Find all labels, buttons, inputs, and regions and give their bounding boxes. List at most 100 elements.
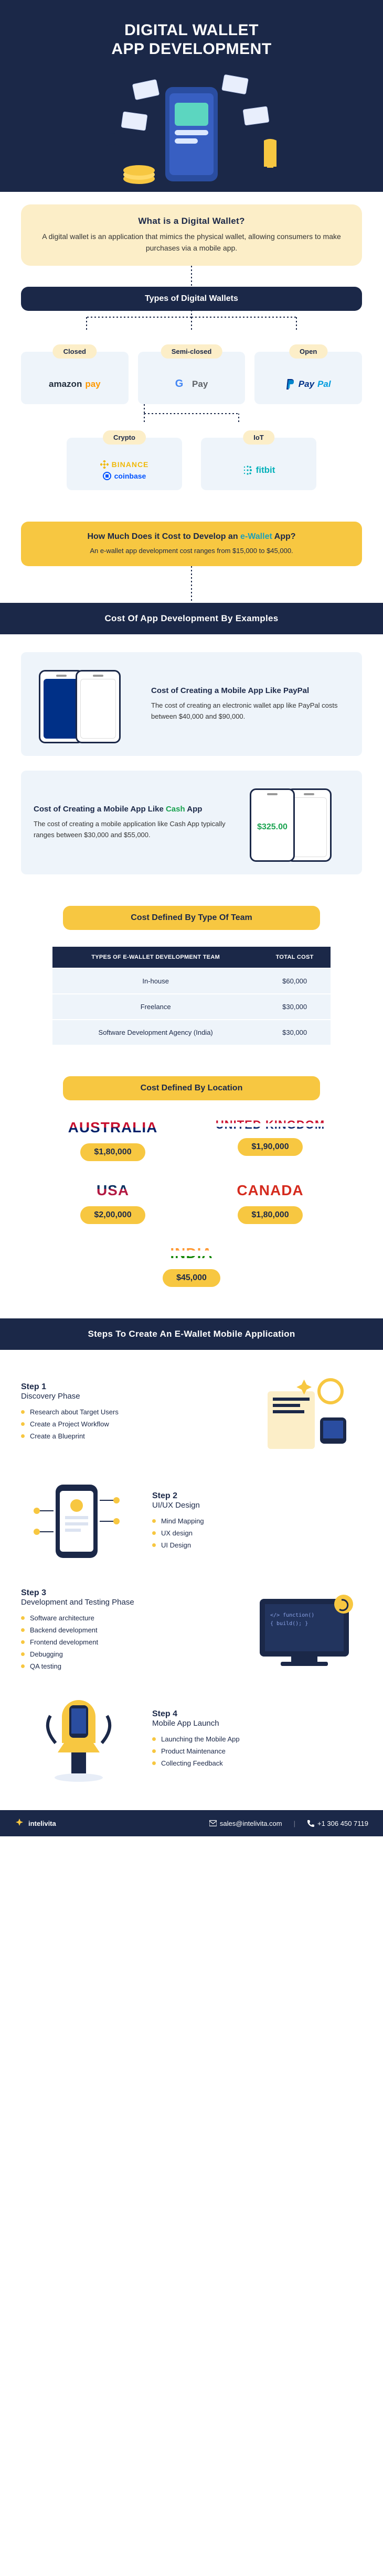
bullet: Product Maintenance: [152, 1745, 362, 1757]
example-paypal-card: Cost of Creating a Mobile App Like PayPa…: [21, 652, 362, 756]
bullet: Software architecture: [21, 1612, 231, 1624]
type-tag: Closed: [53, 344, 97, 359]
example-title: Cost of Creating a Mobile App Like Cash …: [34, 805, 232, 814]
hero-illustration: [16, 71, 367, 192]
type-tag: IoT: [243, 430, 274, 445]
brand-binance: BINANCE: [100, 460, 149, 469]
cell: Software Development Agency (India): [52, 1020, 259, 1045]
types-heading: Types of Digital Wallets: [21, 287, 362, 311]
phone-icon: [307, 1820, 314, 1827]
type-tag: Semi-closed: [161, 344, 222, 359]
step-title: Development and Testing Phase: [21, 1598, 231, 1607]
bullet: Backend development: [21, 1624, 231, 1636]
step-title: UI/UX Design: [152, 1501, 362, 1510]
svg-text:{ build(); }: { build(); }: [270, 1621, 308, 1627]
step-4: Step 4 Mobile App Launch Launching the M…: [21, 1695, 362, 1784]
connector-line: [0, 266, 383, 287]
bullet: UI Design: [152, 1539, 362, 1551]
example-cashapp-card: $325.00 Cost of Creating a Mobile App Li…: [21, 771, 362, 874]
brand-coinbase: coinbase: [103, 472, 146, 480]
wallet-type-semiclosed: Semi-closed G Pay: [138, 352, 246, 404]
th-cost: TOTAL COST: [259, 947, 331, 968]
country-price: $45,000: [163, 1269, 220, 1287]
step-kicker: Step 1: [21, 1382, 231, 1392]
location-usa: USA $2,00,000: [50, 1182, 176, 1224]
bullet: Debugging: [21, 1648, 231, 1660]
table-row: Freelance$30,000: [52, 994, 331, 1020]
text: How Much Does it Cost to Develop an: [87, 532, 240, 541]
country-name: UNITED KINGDOM: [216, 1119, 325, 1131]
wallet-type-closed: Closed amazonpay: [21, 352, 129, 404]
country-price: $1,80,000: [238, 1206, 302, 1224]
team-cost-table: TYPES OF E-WALLET DEVELOPMENT TEAM TOTAL…: [52, 947, 331, 1045]
wallet-type-iot: IoT fitbit: [201, 438, 316, 490]
step-kicker: Step 4: [152, 1709, 362, 1719]
highlight: Cash: [166, 805, 185, 814]
intro-body: A digital wallet is an application that …: [40, 231, 343, 254]
country-name: USA: [97, 1182, 129, 1199]
cost-question: How Much Does it Cost to Develop an e-Wa…: [37, 532, 346, 542]
country-name: INDIA: [170, 1245, 212, 1262]
step-bullets: Software architecture Backend developmen…: [21, 1612, 231, 1672]
bullet: Create a Project Workflow: [21, 1418, 231, 1430]
mail-icon: [209, 1820, 217, 1827]
step-title: Mobile App Launch: [152, 1719, 362, 1728]
type-tag: Open: [289, 344, 327, 359]
cell: $30,000: [259, 994, 331, 1020]
wallet-type-crypto: Crypto BINANCE coinbase: [67, 438, 182, 490]
example-body: The cost of creating a mobile applicatio…: [34, 819, 232, 841]
cell: $60,000: [259, 968, 331, 994]
country-name: AUSTRALIA: [68, 1119, 158, 1136]
intro-card: What is a Digital Wallet? A digital wall…: [21, 204, 362, 266]
email-text: sales@intelivita.com: [220, 1820, 282, 1827]
cell: Freelance: [52, 994, 259, 1020]
step2-illustration: [21, 1477, 136, 1566]
example-body: The cost of creating an electronic walle…: [151, 700, 349, 722]
step-kicker: Step 3: [21, 1588, 231, 1598]
cost-answer: An e-wallet app development cost ranges …: [37, 546, 346, 556]
step-bullets: Mind Mapping UX design UI Design: [152, 1515, 362, 1551]
step4-illustration: [21, 1695, 136, 1784]
text: App: [185, 805, 203, 814]
brand-name: intelivita: [28, 1820, 56, 1827]
steps-heading: Steps To Create An E-Wallet Mobile Appli…: [0, 1318, 383, 1350]
step-3: Step 3 Development and Testing Phase Sof…: [21, 1586, 362, 1675]
cell: In-house: [52, 968, 259, 994]
location-grid: AUSTRALIA $1,80,000 UNITED KINGDOM $1,90…: [21, 1119, 362, 1287]
footer-email[interactable]: sales@intelivita.com: [209, 1820, 282, 1827]
brand-gpay: G Pay: [175, 378, 208, 390]
brand-amazonpay: amazonpay: [49, 379, 101, 389]
bullet: Create a Blueprint: [21, 1430, 231, 1442]
location-heading: Cost Defined By Location: [63, 1076, 320, 1100]
phone-text: +1 306 450 7119: [317, 1820, 368, 1827]
text: App?: [272, 532, 296, 541]
bullet: Mind Mapping: [152, 1515, 362, 1527]
example-title: Cost of Creating a Mobile App Like PayPa…: [151, 686, 349, 695]
location-uk: UNITED KINGDOM $1,90,000: [207, 1119, 333, 1161]
cost-question-card: How Much Does it Cost to Develop an e-Wa…: [21, 522, 362, 567]
bullet: Frontend development: [21, 1636, 231, 1648]
th-type: TYPES OF E-WALLET DEVELOPMENT TEAM: [52, 947, 259, 968]
step-1: Step 1 Discovery Phase Research about Ta…: [21, 1368, 362, 1457]
connector-lines-3: [21, 310, 362, 331]
bullet: Research about Target Users: [21, 1406, 231, 1418]
step3-illustration: </> function() { build(); }: [247, 1586, 362, 1675]
country-price: $1,90,000: [238, 1138, 302, 1156]
team-heading: Cost Defined By Type Of Team: [63, 906, 320, 930]
examples-heading: Cost Of App Development By Examples: [0, 603, 383, 634]
paypal-illustration: [34, 665, 139, 743]
location-canada: CANADA $1,80,000: [207, 1182, 333, 1224]
footer-brand: intelivita: [15, 1819, 56, 1828]
hero-title: DIGITAL WALLET APP DEVELOPMENT: [16, 21, 367, 59]
bullet: Collecting Feedback: [152, 1757, 362, 1769]
country-price: $1,80,000: [80, 1143, 145, 1161]
step-title: Discovery Phase: [21, 1392, 231, 1401]
intro-heading: What is a Digital Wallet?: [40, 216, 343, 226]
cashapp-illustration: $325.00: [244, 783, 349, 862]
step-2: Step 2 UI/UX Design Mind Mapping UX desi…: [21, 1477, 362, 1566]
table-row: In-house$60,000: [52, 968, 331, 994]
footer-phone[interactable]: +1 306 450 7119: [307, 1820, 368, 1827]
step-bullets: Research about Target Users Create a Pro…: [21, 1406, 231, 1442]
bullet: UX design: [152, 1527, 362, 1539]
location-india: INDIA $45,000: [129, 1245, 254, 1287]
